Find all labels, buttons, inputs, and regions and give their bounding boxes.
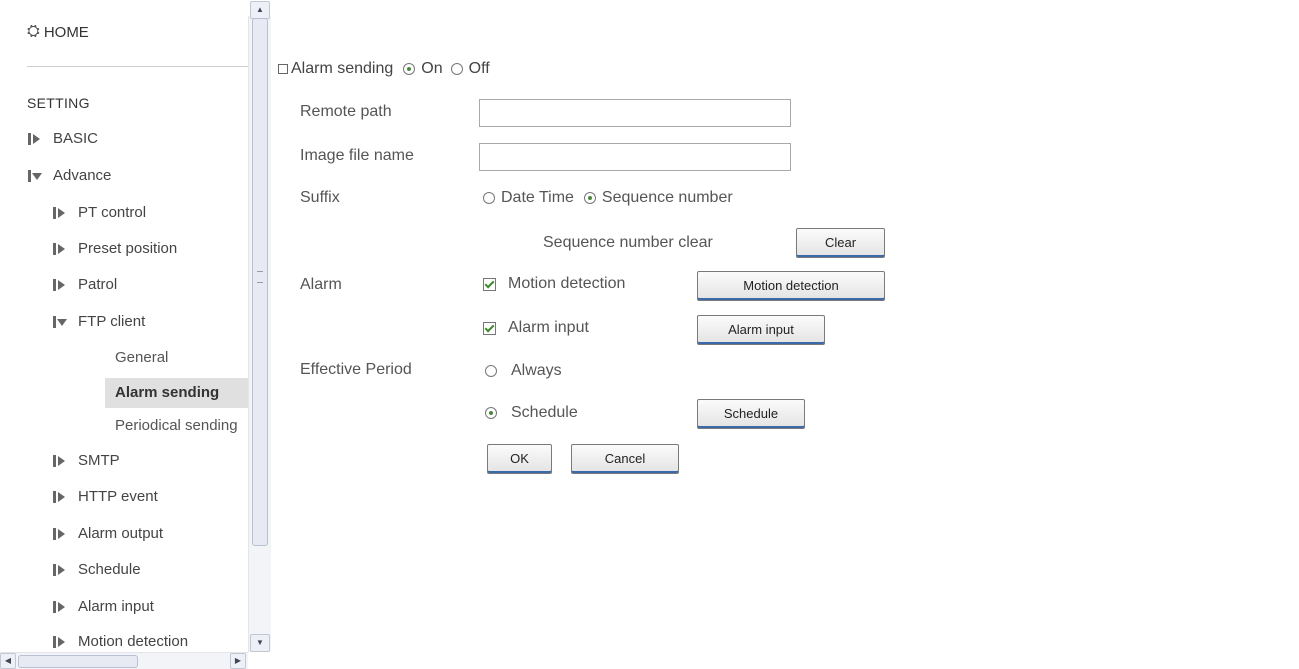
alarm-sending-off-label: Off — [468, 60, 490, 77]
expand-arrow-icon — [52, 563, 68, 577]
always-radio[interactable] — [485, 365, 497, 377]
nav-item-label: BASIC — [53, 130, 99, 147]
nav-item-preset-position[interactable]: Preset position — [52, 240, 177, 257]
vertical-scroll-thumb[interactable] — [252, 18, 268, 546]
expand-arrow-icon — [52, 206, 68, 220]
motion-detection-check-label: Motion detection — [508, 275, 626, 292]
suffix-date-time-label: Date Time — [501, 189, 574, 206]
remote-path-label: Remote path — [300, 103, 392, 120]
sequence-number-clear-label: Sequence number clear — [543, 234, 713, 251]
motion-detection-option: Motion detection — [483, 275, 625, 293]
expand-arrow-icon — [52, 635, 68, 649]
nav-item-ftp-client[interactable]: FTP client — [52, 313, 145, 330]
cancel-button[interactable]: Cancel — [571, 444, 679, 474]
nav-item-smtp[interactable]: SMTP — [52, 452, 120, 469]
scroll-right-button[interactable]: ▶ — [230, 653, 246, 669]
vertical-scrollbar[interactable]: ▲ ▼ — [248, 1, 271, 652]
nav-item-patrol[interactable]: Patrol — [52, 276, 117, 293]
horizontal-scroll-thumb[interactable] — [18, 655, 138, 668]
expand-arrow-icon — [52, 490, 68, 504]
nav-item-advance[interactable]: Advance — [27, 167, 111, 184]
image-file-name-input[interactable] — [479, 143, 791, 171]
scroll-left-button[interactable]: ◀ — [0, 653, 16, 669]
home-link[interactable]: ⛭ HOME — [27, 23, 89, 41]
effective-period-label: Effective Period — [300, 361, 412, 378]
home-icon: ⛭ — [27, 23, 40, 40]
nav-item-alarm-input[interactable]: Alarm input — [52, 598, 154, 615]
always-label: Always — [511, 362, 562, 379]
schedule-radio[interactable] — [485, 407, 497, 419]
home-label: HOME — [43, 23, 89, 41]
nav-divider — [27, 66, 248, 67]
section-square-icon — [278, 64, 288, 74]
image-file-name-label: Image file name — [300, 147, 414, 164]
alarm-sending-off-radio[interactable] — [450, 63, 463, 75]
navigation-frame: ⛭ HOME SETTING BASIC Advance PT control … — [0, 0, 271, 669]
nav-item-label: HTTP event — [78, 488, 158, 505]
alarm-label: Alarm — [300, 276, 342, 293]
nav-item-label: PT control — [78, 204, 147, 221]
alarm-sending-on-radio[interactable] — [403, 63, 416, 75]
nav-item-label: Motion detection — [78, 633, 189, 650]
suffix-label: Suffix — [300, 189, 340, 206]
nav-item-http-event[interactable]: HTTP event — [52, 488, 158, 505]
always-option: Always — [485, 362, 562, 380]
nav-item-label: Alarm output — [78, 525, 164, 542]
collapse-arrow-icon — [52, 315, 68, 329]
remote-path-input[interactable] — [479, 99, 791, 127]
nav-sub-general[interactable]: General — [115, 349, 168, 366]
expand-arrow-icon — [52, 454, 68, 468]
motion-detection-checkbox[interactable] — [483, 277, 496, 291]
suffix-sequence-radio[interactable] — [583, 192, 596, 204]
nav-item-label: SMTP — [78, 452, 120, 469]
suffix-date-time-radio[interactable] — [483, 192, 495, 204]
suffix-sequence-label: Sequence number — [601, 189, 733, 206]
nav-item-label: Advance — [53, 167, 112, 184]
collapse-arrow-icon — [27, 169, 43, 183]
nav-item-motion-detection[interactable]: Motion detection — [52, 633, 188, 650]
nav-sub-alarm-sending[interactable]: Alarm sending — [105, 378, 248, 408]
suffix-options: Date Time Sequence number — [483, 189, 733, 207]
ok-button[interactable]: OK — [487, 444, 552, 474]
nav-item-label: FTP client — [78, 313, 146, 330]
alarm-input-button[interactable]: Alarm input — [697, 315, 825, 345]
schedule-option: Schedule — [485, 404, 578, 422]
horizontal-scrollbar[interactable]: ◀ ▶ — [0, 652, 248, 669]
expand-arrow-icon — [27, 132, 43, 146]
nav-item-schedule[interactable]: Schedule — [52, 561, 141, 578]
scroll-down-button[interactable]: ▼ — [250, 634, 270, 652]
alarm-input-check-label: Alarm input — [508, 319, 589, 336]
navigation-menu: ⛭ HOME SETTING BASIC Advance PT control … — [0, 0, 248, 652]
motion-detection-button[interactable]: Motion detection — [697, 271, 885, 301]
alarm-sending-on-label: On — [421, 60, 443, 77]
nav-item-label: Preset position — [78, 240, 178, 257]
schedule-button[interactable]: Schedule — [697, 399, 805, 429]
nav-item-pt-control[interactable]: PT control — [52, 204, 146, 221]
expand-arrow-icon — [52, 278, 68, 292]
scroll-up-button[interactable]: ▲ — [250, 1, 270, 19]
page-title: Alarm sending — [291, 60, 394, 77]
setting-heading: SETTING — [27, 95, 90, 111]
alarm-sending-row: Alarm sending On Off — [278, 60, 490, 78]
schedule-label: Schedule — [511, 404, 578, 421]
clear-button[interactable]: Clear — [796, 228, 885, 258]
expand-arrow-icon — [52, 527, 68, 541]
nav-item-label: Schedule — [78, 561, 141, 578]
nav-item-label: Patrol — [78, 276, 118, 293]
alarm-input-option: Alarm input — [483, 319, 589, 337]
expand-arrow-icon — [52, 242, 68, 256]
nav-item-basic[interactable]: BASIC — [27, 130, 98, 147]
nav-item-label: Alarm input — [78, 598, 154, 615]
alarm-input-checkbox[interactable] — [483, 321, 496, 335]
expand-arrow-icon — [52, 600, 68, 614]
nav-item-alarm-output[interactable]: Alarm output — [52, 525, 163, 542]
nav-sub-periodical-sending[interactable]: Periodical sending — [115, 417, 238, 434]
main-content: Alarm sending On Off Remote path Image f… — [270, 0, 1299, 668]
